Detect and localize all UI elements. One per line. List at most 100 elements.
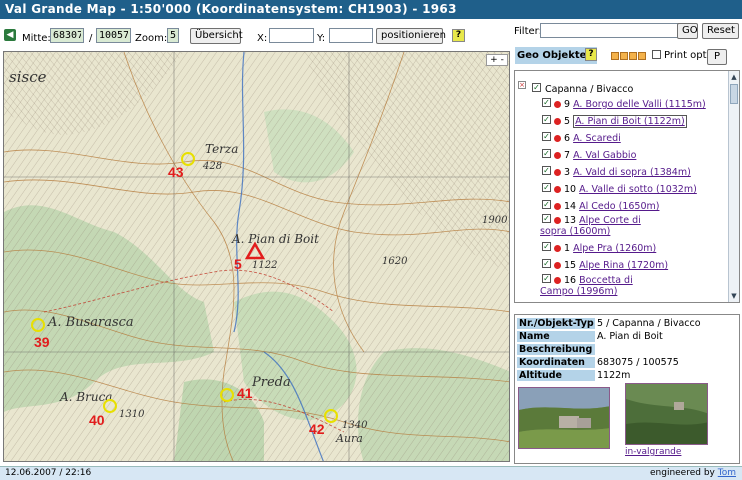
map-label-1340: 1340	[342, 420, 368, 431]
map-label-pian-di-boit: A. Pian di Boit	[232, 232, 319, 246]
cabin-dot-icon	[554, 118, 561, 125]
scroll-thumb[interactable]	[730, 84, 738, 104]
cabin-dot-icon	[554, 245, 561, 252]
tree-item-link-line2[interactable]: Campo (1996m)	[540, 286, 617, 297]
cabin-dot-icon	[554, 169, 561, 176]
expand-all-icon[interactable]	[611, 52, 619, 60]
author-link[interactable]: Tom	[718, 468, 736, 478]
marker-number-40[interactable]: 40	[89, 412, 105, 428]
map-view[interactable]: + - sisce Terza 428 A. Pian di Boit 1122…	[3, 51, 510, 462]
tree-item-link[interactable]: Alpe Rina (1720m)	[579, 260, 668, 271]
tree-item: 14 Al Cedo (1650m)	[564, 201, 660, 212]
position-button[interactable]: positionieren	[376, 28, 446, 44]
tree-item-checkbox[interactable]: ✓	[542, 214, 551, 223]
marker-ring-39[interactable]	[31, 318, 45, 332]
tree-item-link[interactable]: A. Val Gabbio	[573, 150, 636, 161]
print-button[interactable]: P	[707, 49, 727, 65]
footer-datetime: 12.06.2007 / 22:16	[5, 468, 92, 478]
tree-item-checkbox[interactable]: ✓	[542, 115, 551, 124]
tree-item-checkbox[interactable]: ✓	[542, 274, 551, 283]
tree-item-checkbox[interactable]: ✓	[542, 132, 551, 141]
reset-button[interactable]: Reset	[702, 23, 739, 39]
coord-separator: /	[89, 33, 93, 44]
tree-item: 15 Alpe Rina (1720m)	[564, 260, 669, 271]
cabin-dot-icon	[554, 101, 561, 108]
sort-down-icon[interactable]	[638, 52, 646, 60]
tree-item-link[interactable]: Alpe Pra (1260m)	[573, 243, 656, 254]
marker-number-42[interactable]: 42	[309, 421, 325, 437]
map-label-preda: Preda	[252, 375, 291, 390]
tree-item-link[interactable]: A. Pian di Boit (1122m)	[573, 115, 687, 128]
tree-item-checkbox[interactable]: ✓	[542, 98, 551, 107]
tree-item-checkbox[interactable]: ✓	[542, 200, 551, 209]
cabin-dot-icon	[554, 152, 561, 159]
filter-label: Filter:	[514, 26, 542, 37]
tree-item-checkbox[interactable]: ✓	[542, 183, 551, 192]
marker-ring-40[interactable]	[103, 399, 117, 413]
tree-scrollbar[interactable]: ▲ ▼	[728, 71, 739, 302]
tree-item-checkbox[interactable]: ✓	[542, 242, 551, 251]
filter-input[interactable]	[540, 23, 686, 38]
tree-item: 13 Alpe Corte di	[564, 215, 641, 226]
marker-ring-41[interactable]	[220, 388, 234, 402]
tree-item-checkbox[interactable]: ✓	[542, 149, 551, 158]
scroll-down-icon[interactable]: ▼	[730, 291, 738, 301]
x-input[interactable]	[269, 28, 314, 43]
go-button[interactable]: GO	[677, 23, 698, 39]
map-label-1620: 1620	[382, 256, 408, 267]
back-arrow-icon[interactable]: ◀	[4, 29, 16, 41]
cabin-photo-2[interactable]	[625, 383, 708, 445]
tree-item-checkbox[interactable]: ✓	[542, 166, 551, 175]
mitte-label: Mitte:	[22, 33, 51, 44]
marker-number-41[interactable]: 41	[237, 385, 253, 401]
cabin-dot-icon	[554, 203, 561, 210]
mitte-x-input[interactable]	[50, 28, 84, 43]
y-label: Y:	[317, 33, 326, 44]
collapse-all-icon[interactable]	[620, 52, 628, 60]
cabin-dot-icon	[554, 135, 561, 142]
cabin-dot-icon	[554, 186, 561, 193]
status-bar: 12.06.2007 / 22:16 engineered by Tom	[0, 466, 742, 480]
cabin-photo-1[interactable]	[518, 387, 610, 449]
cabin-dot-icon	[554, 277, 561, 284]
marker-number-39[interactable]: 39	[34, 334, 50, 350]
zoom-input[interactable]	[167, 28, 179, 43]
overview-button[interactable]: Übersicht	[190, 28, 243, 44]
tree-item-link[interactable]: Al Cedo (1650m)	[579, 201, 659, 212]
marker-number-43[interactable]: 43	[168, 164, 184, 180]
collapse-node-icon[interactable]: ×	[518, 81, 526, 89]
photo-source-link[interactable]: in-valgrande	[625, 447, 681, 457]
window-title: Val Grande Map - 1:50'000 (Koordinatensy…	[0, 0, 742, 19]
zoom-control[interactable]: + -	[486, 54, 508, 66]
geo-help-icon[interactable]: ?	[585, 48, 597, 61]
tree-item-link-line2[interactable]: sopra (1600m)	[540, 226, 610, 237]
sort-up-icon[interactable]	[629, 52, 637, 60]
tree-item-link[interactable]: A. Scaredi	[573, 133, 621, 144]
map-label-partial: sisce	[9, 68, 47, 86]
cabin-dot-icon	[554, 217, 561, 224]
tree-item-link[interactable]: Boccetta di	[579, 275, 633, 286]
x-label: X:	[257, 33, 268, 44]
tree-item-checkbox[interactable]: ✓	[542, 259, 551, 268]
tree-item-link[interactable]: A. Vald di sopra (1384m)	[573, 167, 691, 178]
marker-number-5[interactable]: 5	[234, 256, 242, 272]
tree-item-link[interactable]: A. Valle di sotto (1032m)	[579, 184, 697, 195]
root-checkbox[interactable]: ✓	[532, 83, 541, 92]
tree-item: 6 A. Scaredi	[564, 133, 621, 144]
tree-root-label: Capanna / Bivacco	[545, 84, 634, 95]
tree-item: 16 Boccetta di	[564, 275, 633, 286]
tree-item-link[interactable]: Alpe Corte di	[579, 215, 641, 226]
map-label-terza: Terza	[205, 142, 239, 156]
help-icon[interactable]: ?	[452, 29, 465, 42]
tree-item-link[interactable]: A. Borgo delle Valli (1115m)	[573, 99, 706, 110]
print-options-checkbox[interactable]	[652, 50, 661, 59]
marker-ring-42[interactable]	[324, 409, 338, 423]
geo-objects-tree[interactable]: × ✓ Capanna / Bivacco ✓ 9 A. Borgo delle…	[514, 70, 740, 303]
map-label-1122: 1122	[252, 260, 278, 271]
map-toolbar: ◀ Mitte: / Zoom: Übersicht X: Y: positio…	[0, 24, 510, 48]
mitte-y-input[interactable]	[96, 28, 131, 43]
y-input[interactable]	[329, 28, 373, 43]
map-label-busarasca: A. Busarasca	[48, 315, 134, 330]
tree-item: 7 A. Val Gabbio	[564, 150, 637, 161]
scroll-up-icon[interactable]: ▲	[730, 72, 738, 82]
